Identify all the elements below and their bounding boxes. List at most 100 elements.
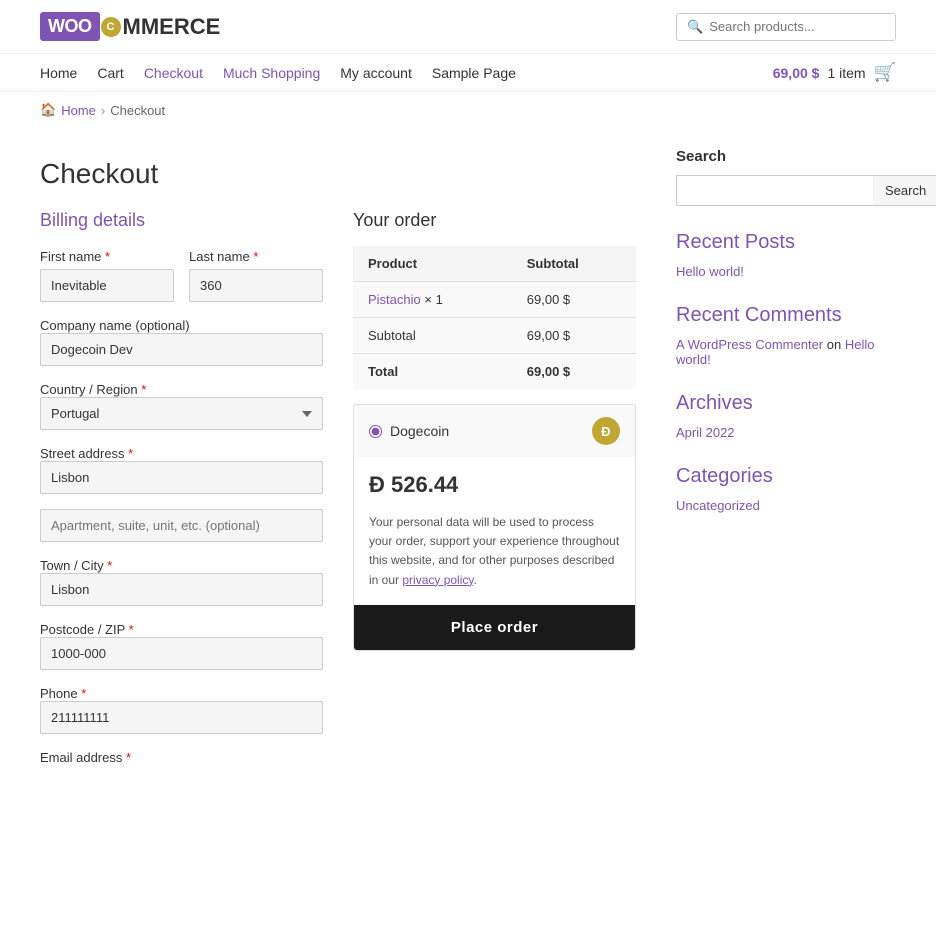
- breadcrumb-separator: ›: [101, 103, 105, 118]
- nav-home[interactable]: Home: [40, 65, 77, 81]
- comment-on-text: on: [827, 337, 845, 352]
- main-content: Checkout Billing details First name * La…: [0, 128, 936, 800]
- email-group: Email address *: [40, 749, 323, 765]
- required-marker: *: [81, 686, 86, 701]
- logo[interactable]: WOOCMMERCE: [40, 12, 220, 41]
- order-item-row: Pistachio × 1 69,00 $: [353, 282, 636, 318]
- product-name-cell: Pistachio × 1: [353, 282, 512, 318]
- billing-form: Billing details First name * Last name *…: [40, 210, 323, 780]
- cart-summary[interactable]: 69,00 $ 1 item 🛒: [773, 62, 896, 83]
- required-marker: *: [129, 622, 134, 637]
- breadcrumb-current: Checkout: [110, 103, 165, 118]
- breadcrumb: 🏠 Home › Checkout: [0, 92, 936, 128]
- town-label: Town / City *: [40, 558, 112, 573]
- last-name-group: Last name *: [189, 249, 323, 302]
- nav-much-shopping[interactable]: Much Shopping: [223, 65, 320, 81]
- sidebar-search-input[interactable]: [676, 175, 873, 206]
- required-marker: *: [253, 249, 258, 264]
- place-order-button[interactable]: Place order: [354, 605, 635, 650]
- recent-comment-text: A WordPress Commenter on Hello world!: [676, 337, 896, 367]
- subtotal-row: Subtotal 69,00 $: [353, 318, 636, 354]
- col-product-header: Product: [353, 246, 512, 282]
- country-group: Country / Region * Portugal: [40, 381, 323, 430]
- company-group: Company name (optional): [40, 317, 323, 366]
- checkout-content: Checkout Billing details First name * La…: [40, 148, 636, 780]
- order-table: Product Subtotal Pistachio × 1 69,00 $ S…: [353, 246, 636, 389]
- nav-cart[interactable]: Cart: [97, 65, 123, 81]
- payment-radio[interactable]: [369, 425, 382, 438]
- postcode-group: Postcode / ZIP *: [40, 621, 323, 670]
- cart-items-count: 1 item: [827, 65, 865, 81]
- postcode-label: Postcode / ZIP *: [40, 622, 134, 637]
- col-subtotal-header: Subtotal: [512, 246, 636, 282]
- archives-heading: Archives: [676, 392, 896, 415]
- sidebar-search-title: Search: [676, 148, 896, 165]
- first-name-input[interactable]: [40, 269, 174, 302]
- total-value-cell: 69,00 $: [512, 354, 636, 390]
- subtotal-label-cell: Subtotal: [353, 318, 512, 354]
- payment-section: Dogecoin Đ Đ 526.44 Your personal data w…: [353, 404, 636, 651]
- payment-option-left: Dogecoin: [369, 423, 449, 439]
- dogecoin-icon: Đ: [592, 417, 620, 445]
- logo-commerce: MMERCE: [123, 14, 221, 40]
- required-marker: *: [107, 558, 112, 573]
- payment-amount: Đ 526.44: [354, 457, 635, 513]
- order-title: Your order: [353, 210, 636, 231]
- main-nav: Home Cart Checkout Much Shopping My acco…: [0, 54, 936, 92]
- recent-posts-section: Recent Posts Hello world!: [676, 231, 896, 279]
- street-input[interactable]: [40, 461, 323, 494]
- first-name-group: First name *: [40, 249, 174, 302]
- nav-checkout[interactable]: Checkout: [144, 65, 203, 81]
- required-marker: *: [128, 446, 133, 461]
- street-group: Street address *: [40, 445, 323, 494]
- apartment-group: [40, 509, 323, 542]
- postcode-input[interactable]: [40, 637, 323, 670]
- order-section: Your order Product Subtotal Pistachio × …: [353, 210, 636, 780]
- sidebar-search-button[interactable]: Search: [873, 175, 936, 206]
- sidebar: Search Search Recent Posts Hello world! …: [676, 148, 896, 780]
- search-icon: 🔍: [687, 19, 703, 35]
- header: WOOCMMERCE 🔍: [0, 0, 936, 54]
- checkout-form-section: Billing details First name * Last name *…: [40, 210, 636, 780]
- recent-post-link[interactable]: Hello world!: [676, 264, 896, 279]
- breadcrumb-home-link[interactable]: Home: [61, 103, 96, 118]
- phone-group: Phone *: [40, 685, 323, 734]
- last-name-input[interactable]: [189, 269, 323, 302]
- product-link[interactable]: Pistachio: [368, 292, 421, 307]
- categories-heading: Categories: [676, 465, 896, 488]
- nav-my-account[interactable]: My account: [340, 65, 412, 81]
- country-select[interactable]: Portugal: [40, 397, 323, 430]
- categories-section: Categories Uncategorized: [676, 465, 896, 513]
- payment-option[interactable]: Dogecoin Đ: [354, 405, 635, 457]
- logo-coin: C: [101, 17, 121, 37]
- apartment-input[interactable]: [40, 509, 323, 542]
- town-input[interactable]: [40, 573, 323, 606]
- billing-title: Billing details: [40, 210, 323, 231]
- required-marker: *: [141, 382, 146, 397]
- privacy-text-2: .: [474, 573, 477, 587]
- cart-amount: 69,00 $: [773, 65, 820, 81]
- cart-icon: 🛒: [874, 62, 896, 83]
- country-label: Country / Region *: [40, 382, 146, 397]
- phone-input[interactable]: [40, 701, 323, 734]
- recent-comments-section: Recent Comments A WordPress Commenter on…: [676, 304, 896, 367]
- company-label: Company name (optional): [40, 318, 190, 333]
- phone-label: Phone *: [40, 686, 86, 701]
- name-row: First name * Last name *: [40, 249, 323, 302]
- nav-sample-page[interactable]: Sample Page: [432, 65, 516, 81]
- product-subtotal-cell: 69,00 $: [512, 282, 636, 318]
- category-link[interactable]: Uncategorized: [676, 498, 896, 513]
- privacy-policy-link[interactable]: privacy policy: [402, 573, 473, 587]
- nav-links: Home Cart Checkout Much Shopping My acco…: [40, 65, 516, 81]
- checkout-title: Checkout: [40, 158, 636, 190]
- town-group: Town / City *: [40, 557, 323, 606]
- header-search-input[interactable]: [709, 19, 885, 34]
- subtotal-value-cell: 69,00 $: [512, 318, 636, 354]
- comment-author-link[interactable]: A WordPress Commenter: [676, 337, 823, 352]
- email-label: Email address *: [40, 750, 131, 765]
- recent-comments-heading: Recent Comments: [676, 304, 896, 327]
- header-search-bar: 🔍: [676, 13, 896, 41]
- street-label: Street address *: [40, 446, 133, 461]
- company-input[interactable]: [40, 333, 323, 366]
- archive-link[interactable]: April 2022: [676, 425, 896, 440]
